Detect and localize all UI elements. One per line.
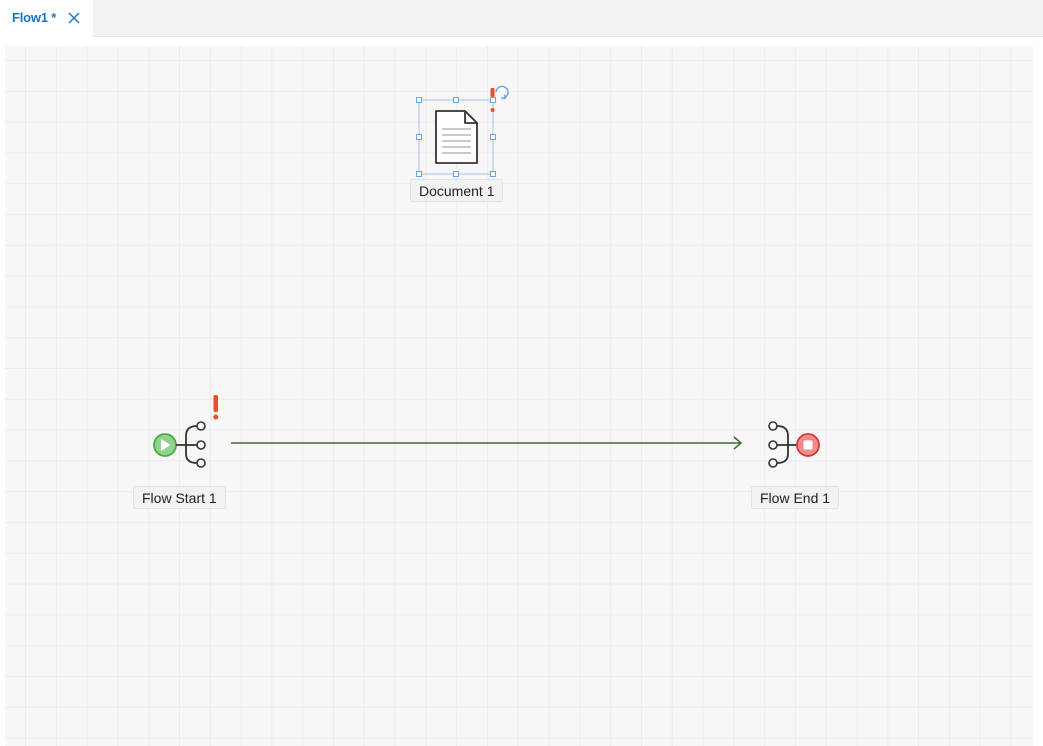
resize-handle-w[interactable] [416,134,422,140]
tab-flow1[interactable]: Flow1 * [0,0,93,37]
rotate-icon[interactable] [495,85,509,100]
resize-handle-s[interactable] [453,171,459,177]
resize-handle-e[interactable] [490,134,496,140]
warning-icon [213,395,219,420]
close-icon[interactable] [66,10,82,26]
flow-start-node[interactable] [153,395,219,468]
tab-label: Flow1 * [12,10,57,25]
flow-start-icon [153,421,206,468]
document-icon [435,110,478,164]
flow-end-icon [768,421,820,468]
connector-start-to-end[interactable] [231,436,743,450]
tab-bar: Flow1 * [0,0,1043,37]
resize-handle-se[interactable] [490,171,496,177]
resize-handle-nw[interactable] [416,97,422,103]
document-label[interactable]: Document 1 [410,179,504,202]
flow-start-label[interactable]: Flow Start 1 [133,486,226,509]
resize-handle-n[interactable] [453,97,459,103]
flow-canvas[interactable]: Document 1 Flow Start 1 Flow End 1 [5,46,1033,746]
document-node[interactable] [416,85,509,177]
flow-end-label[interactable]: Flow End 1 [751,486,840,509]
resize-handle-sw[interactable] [416,171,422,177]
resize-handle-ne[interactable] [490,97,496,103]
flow-end-node[interactable] [768,421,820,468]
canvas-drawing [153,85,820,468]
